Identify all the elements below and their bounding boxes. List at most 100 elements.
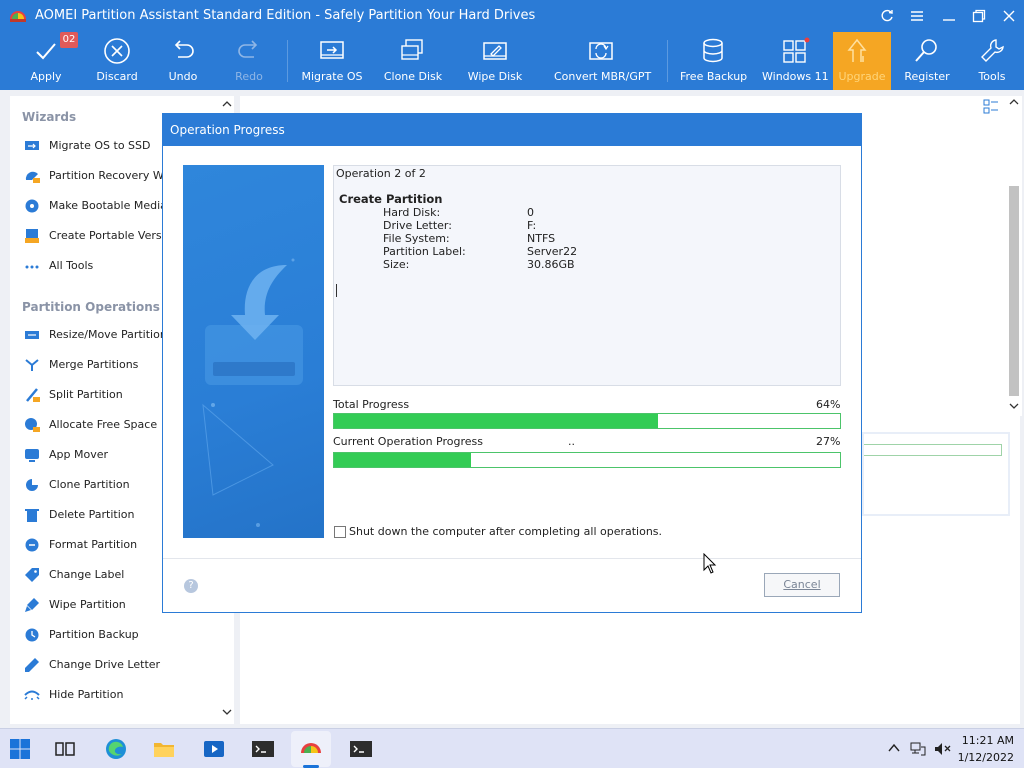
terminal-icon[interactable] [251,737,275,761]
media-player-icon[interactable] [202,737,226,761]
apply-button[interactable]: 02 Apply [14,32,78,90]
tools-label: Tools [978,70,1006,83]
task-view-icon[interactable] [53,737,77,761]
close-icon[interactable] [1002,9,1016,23]
upgrade-label: Upgrade [838,70,886,83]
convert-mbr-gpt-button[interactable]: Convert MBR/GPT [554,32,652,90]
windows-11-label: Windows 11 [762,70,829,83]
sidebar-item-label: Delete Partition [49,508,135,521]
refresh-icon[interactable] [880,9,894,23]
sidebar-item-label: Change Label [49,568,125,581]
detail-key: Size: [383,258,410,271]
view-toggle-icon[interactable] [983,99,999,115]
sidebar-item-label: Partition Backup [49,628,139,641]
cancel-button[interactable]: Cancel [764,573,840,597]
search-key-icon [915,39,937,62]
migrate-os-icon [25,141,39,150]
migrate-os-button[interactable]: Migrate OS [298,32,366,90]
menu-icon[interactable] [910,10,924,22]
dialog-title: Operation Progress [170,123,285,137]
migrate-os-label: Migrate OS [301,70,363,83]
restore-icon[interactable] [972,9,986,23]
detail-value: NTFS [527,232,556,245]
partition-operations-section-title: Partition Operations [22,300,160,314]
toolbar-separator [667,40,668,82]
sidebar-item-label: Merge Partitions [49,358,139,371]
detail-value: Server22 [527,245,578,258]
split-icon [26,388,40,402]
portable-version-icon [25,229,39,243]
redo-button[interactable]: Redo [220,32,278,90]
text-cursor [336,284,337,297]
total-progress-percent: 64% [816,398,841,411]
chevron-up-icon[interactable] [222,100,232,108]
format-icon [25,538,39,552]
title-bar: AOMEI Partition Assistant Standard Editi… [0,0,1024,32]
windows-start-icon[interactable] [8,737,32,761]
taskbar-clock[interactable]: 11:21 AM 1/12/2022 [958,732,1014,766]
chevron-up-icon[interactable] [1009,98,1019,106]
windows-11-button[interactable]: Windows 11 [762,32,829,90]
chevron-down-icon[interactable] [222,708,232,716]
detail-value: 0 [527,206,534,219]
minimize-icon[interactable] [942,10,956,22]
file-explorer-icon[interactable] [152,737,176,761]
discard-button[interactable]: Discard [86,32,148,90]
terminal-icon[interactable] [349,737,373,761]
tools-button[interactable]: Tools [964,32,1020,90]
free-backup-button[interactable]: Free Backup [680,32,747,90]
clone-partition-icon [26,479,38,491]
main-scrollbar-thumb[interactable] [1009,186,1019,396]
help-icon[interactable]: ? [184,579,198,593]
current-progress-fill [334,453,471,467]
merge-icon [25,359,39,371]
undo-button[interactable]: Undo [154,32,212,90]
convert-label: Convert MBR/GPT [554,70,652,83]
edge-browser-icon[interactable] [104,737,128,761]
total-progress-label: Total Progress [333,398,410,411]
sidebar-item-label: Allocate Free Space [49,418,158,431]
register-label: Register [904,70,950,83]
upgrade-button[interactable]: Upgrade [833,32,891,90]
discard-icon [104,38,130,64]
shutdown-label[interactable]: Shut down the computer after completing … [349,525,662,538]
window-title: AOMEI Partition Assistant Standard Editi… [35,8,536,23]
clone-disk-label: Clone Disk [383,70,443,83]
network-icon[interactable] [910,741,926,757]
checkmark-icon [36,43,56,60]
volume-muted-icon[interactable] [933,741,951,757]
sidebar-item-change-drive-letter[interactable]: Change Drive Letter [22,655,222,675]
sidebar-item-label: Partition Recovery Wiza [49,169,180,182]
detail-key: Partition Label: [383,245,466,258]
upgrade-arrow-icon [847,38,867,62]
chevron-down-icon[interactable] [1009,402,1019,410]
detail-value: F: [527,219,537,232]
redo-icon [238,40,258,58]
detail-key: Drive Letter: [383,219,452,232]
total-progress-bar [333,413,841,429]
allocate-icon [25,418,40,432]
wipe-disk-icon [483,42,507,60]
partition-recovery-icon [25,171,40,183]
detail-value: 30.86GB [527,258,575,271]
main-scrollbar[interactable] [1006,96,1022,416]
sidebar-item-label: App Mover [49,448,109,461]
clone-disk-button[interactable]: Clone Disk [380,32,446,90]
shutdown-checkbox[interactable] [334,526,346,538]
hidden-eye-icon [24,690,40,700]
clock-time: 11:21 AM [961,734,1014,747]
sidebar-item-hide-partition[interactable]: Hide Partition [22,685,222,705]
operation-count: Operation 2 of 2 [336,167,426,180]
taskbar: 11:21 AM 1/12/2022 [0,728,1024,768]
sidebar-item-partition-backup[interactable]: Partition Backup [22,625,222,645]
database-icon [703,38,723,63]
wipe-disk-button[interactable]: Wipe Disk [462,32,528,90]
register-button[interactable]: Register [898,32,956,90]
operation-log: Operation 2 of 2 Create Partition Hard D… [333,165,841,386]
chevron-up-icon[interactable] [888,743,900,753]
aomei-app-icon[interactable] [299,737,323,761]
brush-icon [25,598,39,612]
clone-disk-icon [401,39,423,60]
toolbar-separator [287,40,288,82]
undo-label: Undo [168,70,198,83]
